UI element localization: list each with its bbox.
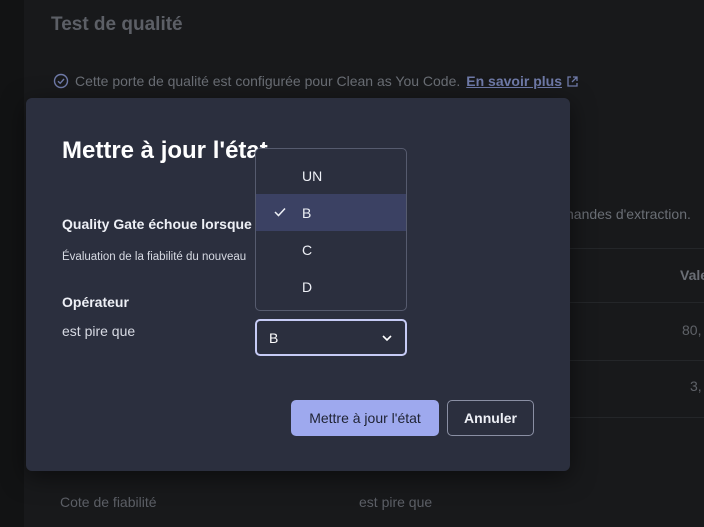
clean-as-you-code-info: Cette porte de qualité est configurée po…: [53, 73, 579, 89]
quality-gate-fails-label: Quality Gate échoue lorsque: [62, 216, 252, 232]
rating-option-selected[interactable]: B: [256, 194, 406, 231]
modal-title: Mettre à jour l'état: [62, 137, 268, 164]
rating-option-label: UN: [302, 167, 323, 184]
operator-value: est pire que: [62, 323, 136, 339]
page-title: Test de qualité: [51, 14, 183, 35]
left-rail: [0, 0, 24, 527]
update-condition-button[interactable]: Mettre à jour l'état: [291, 400, 439, 436]
checkmark-icon: [274, 207, 286, 217]
rating-option-label: C: [302, 241, 313, 258]
value-column-header: Vale: [680, 267, 704, 283]
metric-name: Évaluation de la fiabilité du nouveau: [62, 251, 247, 263]
background-description-text: nandes d'extraction.: [566, 206, 691, 222]
table-row-metric: Cote de fiabilité: [60, 494, 157, 510]
external-link-icon: [567, 75, 578, 87]
check-circle-icon: [53, 73, 69, 89]
rating-option[interactable]: UN: [256, 157, 406, 194]
chevron-down-icon: [382, 334, 392, 341]
table-cell-value: 80,: [682, 322, 702, 338]
rating-option-label: D: [302, 278, 313, 295]
cancel-button[interactable]: Annuler: [447, 400, 534, 436]
table-divider: [560, 248, 704, 249]
rating-option[interactable]: C: [256, 231, 406, 268]
rating-select-value: B: [269, 329, 279, 346]
table-cell-value: 3,: [690, 378, 702, 394]
rating-select[interactable]: B: [255, 319, 407, 356]
table-row-operator: est pire que: [359, 494, 433, 510]
operator-label: Opérateur: [62, 294, 129, 310]
learn-more-label: En savoir plus: [466, 73, 562, 89]
table-divider: [560, 302, 704, 303]
rating-option[interactable]: D: [256, 268, 406, 305]
rating-options-list: UN B C D: [255, 148, 407, 311]
table-divider: [560, 360, 704, 361]
table-divider: [560, 417, 704, 418]
rating-option-label: B: [302, 204, 312, 221]
info-text: Cette porte de qualité est configurée po…: [75, 73, 461, 89]
learn-more-link[interactable]: En savoir plus: [466, 73, 579, 89]
